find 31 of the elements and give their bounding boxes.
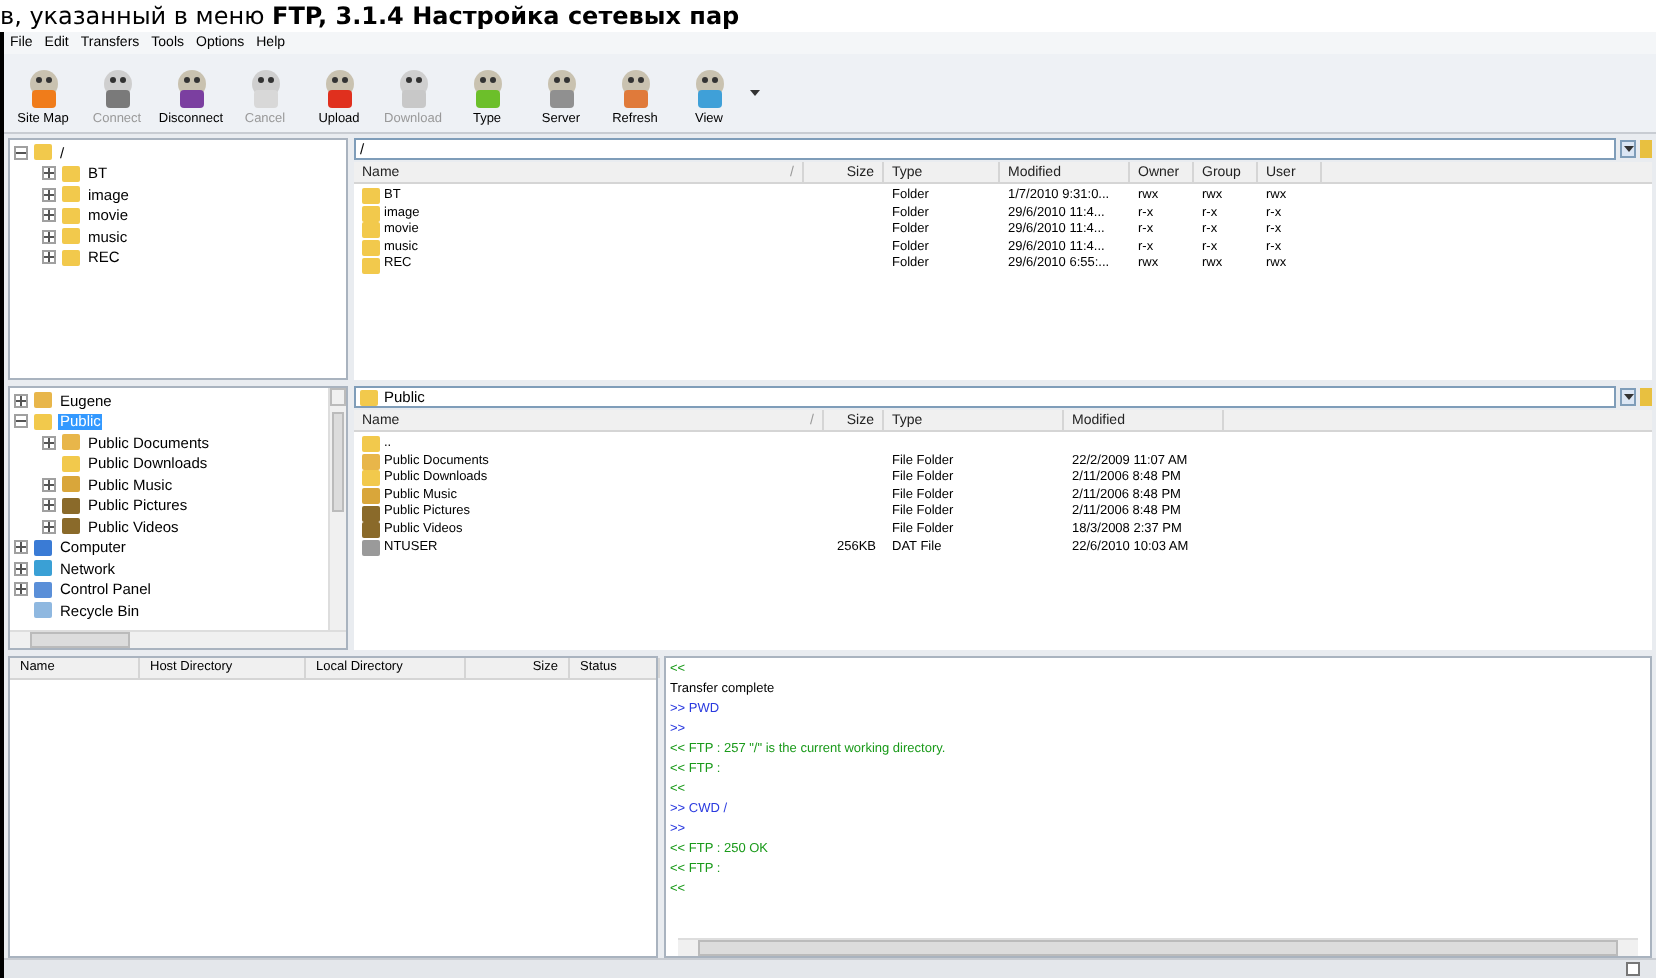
music-folder-icon [62, 476, 80, 493]
recycle-bin-icon [34, 602, 52, 619]
network-icon [34, 560, 52, 577]
expand-toggle[interactable] [14, 582, 28, 597]
expand-toggle[interactable] [42, 477, 56, 492]
expand-toggle[interactable] [42, 250, 56, 265]
expand-toggle[interactable] [14, 393, 28, 408]
music-folder-icon [362, 488, 380, 505]
expand-toggle[interactable] [42, 498, 56, 513]
caret-icon[interactable] [750, 90, 760, 96]
expand-toggle[interactable] [42, 166, 56, 181]
collapse-toggle[interactable] [14, 145, 28, 160]
checkbox[interactable] [1626, 962, 1640, 976]
expand-toggle[interactable] [42, 208, 56, 223]
computer-icon [34, 539, 52, 556]
collapse-toggle[interactable] [14, 414, 28, 429]
horizontal-scrollbar[interactable] [678, 938, 1638, 956]
vertical-scrollbar[interactable] [328, 388, 346, 630]
expand-toggle[interactable] [14, 561, 28, 576]
expand-toggle[interactable] [42, 519, 56, 534]
expand-toggle[interactable] [14, 540, 28, 555]
expand-toggle[interactable] [42, 435, 56, 450]
horizontal-scrollbar[interactable] [10, 630, 346, 648]
folder-icon [360, 389, 378, 405]
dropdown-icon[interactable] [1620, 388, 1636, 406]
document-heading: в, указанный в меню FTP, 3.1.4 Настройка сетевых пар [0, 2, 740, 30]
dropdown-icon[interactable] [1620, 140, 1636, 158]
expand-toggle[interactable] [42, 187, 56, 202]
file-icon [362, 539, 380, 556]
expand-toggle[interactable] [42, 229, 56, 244]
control-panel-icon [34, 581, 52, 598]
